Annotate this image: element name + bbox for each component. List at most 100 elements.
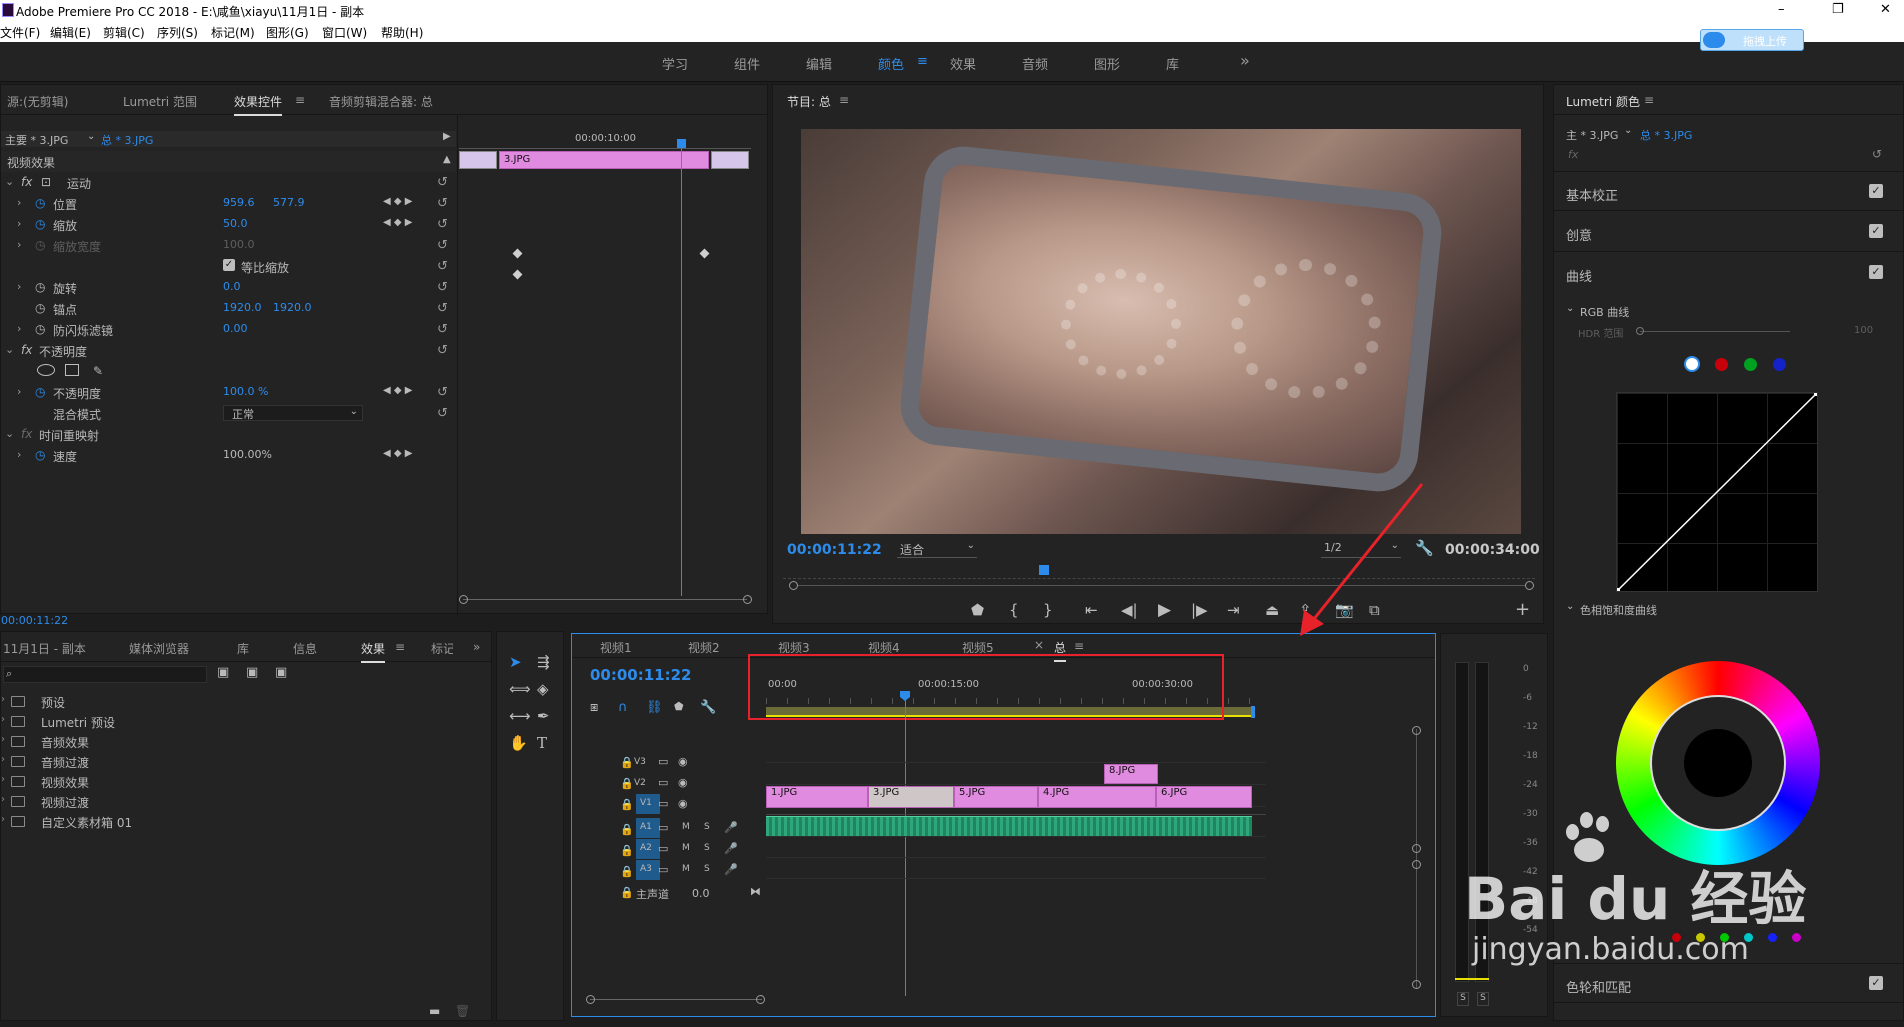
menu-marker[interactable]: 标记(M) xyxy=(211,24,255,41)
vscroll-handle[interactable] xyxy=(1412,980,1421,989)
step-forward-icon[interactable]: |▶ xyxy=(1191,601,1208,619)
microphone-icon[interactable]: 🎤 xyxy=(724,821,738,834)
tab-sequence-1[interactable]: 视频1 xyxy=(600,639,632,656)
solo-button[interactable]: S xyxy=(704,822,710,832)
close-tab-icon[interactable]: × xyxy=(1034,638,1044,652)
tab-info[interactable]: 信息 xyxy=(293,640,317,657)
ripple-edit-tool-icon[interactable]: ⟺ xyxy=(509,680,531,698)
add-marker-icon[interactable]: ⬟ xyxy=(971,601,984,619)
tab-libraries[interactable]: 库 xyxy=(237,640,249,657)
panel-menu-icon[interactable]: ≡ xyxy=(295,93,305,107)
program-playhead-handle[interactable] xyxy=(1039,565,1049,575)
menu-edit[interactable]: 编辑(E) xyxy=(50,24,91,41)
mini-timeline[interactable]: 00:00:10:00 3.JPG xyxy=(459,131,751,596)
32bit-effects-icon[interactable]: ▣ xyxy=(246,665,258,680)
delete-icon[interactable]: 🗑 xyxy=(455,1004,470,1018)
mark-out-icon[interactable]: } xyxy=(1043,601,1053,619)
track-a3-label[interactable]: A3 xyxy=(636,860,660,880)
mute-button[interactable]: M xyxy=(682,822,690,832)
menu-file[interactable]: 文件(F) xyxy=(0,24,40,41)
go-to-in-icon[interactable]: ⇤ xyxy=(1085,601,1098,619)
clip-v1-3[interactable]: 3.JPG xyxy=(868,786,954,808)
lock-icon[interactable]: 🔒 xyxy=(620,777,634,790)
position-x-value[interactable]: 959.6 xyxy=(223,196,255,209)
lock-icon[interactable]: 🔒 xyxy=(620,823,634,836)
dropdown-icon[interactable]: ⌄ xyxy=(87,131,95,142)
minimize-button[interactable]: – xyxy=(1778,2,1785,17)
tab-markers[interactable]: 标记 xyxy=(431,640,453,657)
splitter[interactable] xyxy=(457,115,458,615)
section-basic-correction[interactable]: 基本校正 ✓ xyxy=(1554,171,1903,211)
keyframe-diamond[interactable] xyxy=(512,248,523,259)
more-tabs-icon[interactable]: » xyxy=(473,640,480,654)
mini-clip[interactable]: 3.JPG xyxy=(499,151,709,169)
tab-media-browser[interactable]: 媒体浏览器 xyxy=(129,640,189,657)
workspace-audio[interactable]: 音频 xyxy=(1022,54,1048,73)
vscroll-handle[interactable] xyxy=(1412,860,1421,869)
tab-lumetri-scopes[interactable]: Lumetri 范围 xyxy=(123,93,197,110)
selection-tool-icon[interactable]: ➤ xyxy=(509,653,522,671)
menu-window[interactable]: 窗口(W) xyxy=(322,24,367,41)
folder-presets[interactable]: › 预设 xyxy=(1,692,481,712)
curve-channel-blue[interactable] xyxy=(1773,358,1786,371)
workspace-color[interactable]: 颜色 xyxy=(878,54,904,73)
scale-row[interactable]: › ◷ 缩放 50.0 ◀ ◆ ▶ ↺ xyxy=(1,214,456,235)
menu-sequence[interactable]: 序列(S) xyxy=(157,24,198,41)
folder-custom-bin[interactable]: › 自定义素材箱 01 xyxy=(1,812,481,832)
uniform-scale-row[interactable]: ✓ 等比缩放 ↺ xyxy=(1,256,456,277)
mini-playhead[interactable] xyxy=(681,141,682,596)
hand-tool-icon[interactable]: ✋ xyxy=(509,734,528,752)
rotation-value[interactable]: 0.0 xyxy=(223,280,241,293)
close-button[interactable]: ✕ xyxy=(1880,2,1891,17)
scroll-handle-left[interactable] xyxy=(459,595,468,604)
menu-graphics[interactable]: 图形(G) xyxy=(266,24,309,41)
rotation-row[interactable]: › ◷ 旋转 0.0 ↺ xyxy=(1,277,456,298)
microphone-icon[interactable]: 🎤 xyxy=(724,863,738,876)
anchor-row[interactable]: ◷ 锚点 1920.0 1920.0 ↺ xyxy=(1,298,456,319)
pen-mask-icon[interactable]: ✎ xyxy=(93,364,103,378)
lock-icon[interactable]: 🔒 xyxy=(620,756,634,769)
lumetri-title[interactable]: Lumetri 颜色 xyxy=(1566,93,1640,110)
step-back-icon[interactable]: ◀| xyxy=(1121,601,1138,619)
menu-clip[interactable]: 剪辑(C) xyxy=(103,24,145,41)
menu-help[interactable]: 帮助(H) xyxy=(381,24,423,41)
section-creative[interactable]: 创意 ✓ xyxy=(1554,212,1903,252)
tab-source[interactable]: 源:(无剪辑) xyxy=(7,93,68,110)
eye-icon[interactable]: ◉ xyxy=(678,776,688,789)
curve-channel-luma[interactable] xyxy=(1684,356,1700,372)
mark-in-icon[interactable]: { xyxy=(1009,601,1019,619)
reset-icon[interactable]: ↺ xyxy=(1872,147,1882,161)
scroll-handle-left[interactable] xyxy=(789,581,798,590)
folder-lumetri-presets[interactable]: › Lumetri 预设 xyxy=(1,712,481,732)
folder-audio-effects[interactable]: › 音频效果 xyxy=(1,732,481,752)
opacity-row[interactable]: › ◷ 不透明度 100.0 % ◀ ◆ ▶ ↺ xyxy=(1,382,456,403)
workspace-learn[interactable]: 学习 xyxy=(662,54,688,73)
master-clip-label[interactable]: 主要 * 3.JPG xyxy=(5,132,68,148)
panel-menu-icon[interactable]: ≡ xyxy=(839,93,849,107)
mute-button[interactable]: M xyxy=(682,843,690,853)
vscroll-handle[interactable] xyxy=(1412,726,1421,735)
blend-mode-row[interactable]: 混合模式 正常 ⌄ ↺ xyxy=(1,403,456,424)
folder-audio-transitions[interactable]: › 音频过渡 xyxy=(1,752,481,772)
toggle-sync-icon[interactable]: ▭ xyxy=(658,863,668,876)
mute-button[interactable]: M xyxy=(682,864,690,874)
workspace-libraries[interactable]: 库 xyxy=(1166,54,1179,73)
anti-flicker-value[interactable]: 0.00 xyxy=(223,322,248,335)
curve-channel-green[interactable] xyxy=(1744,358,1757,371)
keyframe-diamond[interactable] xyxy=(512,269,523,280)
vscroll-handle[interactable] xyxy=(1412,844,1421,853)
timeline-timecode[interactable]: 00:00:11:22 xyxy=(590,666,692,684)
mini-playhead-handle[interactable] xyxy=(677,139,686,148)
lock-icon[interactable]: 🔒 xyxy=(620,798,634,811)
track-v1-label[interactable]: V1 xyxy=(636,794,660,814)
lumetri-master-clip[interactable]: 主 * 3.JPG xyxy=(1566,127,1618,143)
time-remap-row[interactable]: ⌄ fx 时间重映射 xyxy=(1,424,456,445)
type-tool-icon[interactable]: T xyxy=(537,734,547,752)
effect-controls-timecode[interactable]: 00:00:11:22 xyxy=(1,614,68,627)
scroll-handle-right[interactable] xyxy=(743,595,752,604)
sequence-clip-label[interactable]: 总 * 3.JPG xyxy=(101,132,153,148)
position-row[interactable]: › ◷ 位置 959.6 577.9 ◀ ◆ ▶ ↺ xyxy=(1,193,456,214)
master-volume-value[interactable]: 0.0 xyxy=(692,887,710,900)
new-bin-icon[interactable]: ▬ xyxy=(429,1004,440,1018)
track-select-tool-icon[interactable]: ⇶ xyxy=(537,653,550,671)
